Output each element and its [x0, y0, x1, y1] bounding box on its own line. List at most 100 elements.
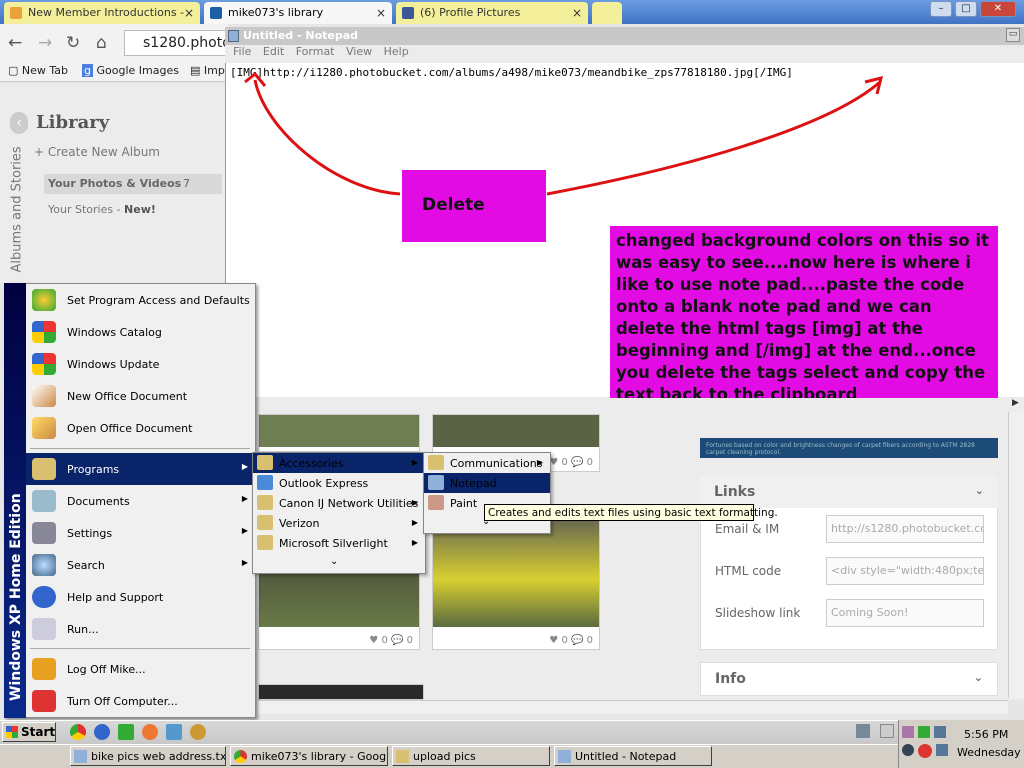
scroll-right-icon[interactable]: ▶	[1012, 398, 1024, 410]
html-code-field[interactable]: <div style="width:480px;text-	[826, 557, 984, 585]
outlook-express-item[interactable]: Outlook Express	[253, 473, 425, 493]
menu-separator	[30, 448, 250, 449]
notepad-icon	[74, 750, 87, 763]
clock-time[interactable]: 5:56 PM	[964, 728, 1008, 741]
menu-help[interactable]: Help	[384, 45, 409, 58]
security-icon[interactable]	[918, 744, 932, 758]
photo-thumbnail[interactable]	[259, 685, 423, 699]
firefox-icon[interactable]	[142, 724, 158, 740]
tray-icon[interactable]	[902, 726, 914, 738]
minimize-button[interactable]: ▭	[1006, 28, 1020, 42]
canon-ij-item[interactable]: Canon IJ Network Utilities ▶	[253, 493, 425, 513]
tab-new-member-introductions[interactable]: New Member Introductions - ×	[4, 2, 200, 24]
forward-icon[interactable]: →	[38, 33, 52, 53]
photo-thumbnail[interactable]	[259, 415, 419, 447]
info-header[interactable]: Info ⌄	[700, 662, 998, 696]
bookmark-google-images[interactable]: g Google Images	[82, 64, 179, 77]
internet-explorer-icon[interactable]	[94, 724, 110, 740]
settings-icon	[32, 522, 56, 544]
yellow-motorcycle-photo[interactable]	[433, 521, 599, 627]
search-item[interactable]: Search ▶	[26, 549, 254, 581]
close-icon[interactable]: ×	[572, 6, 582, 20]
facebook-icon	[402, 7, 414, 19]
create-new-album-link[interactable]: + Create New Album	[34, 145, 160, 159]
vertical-scrollbar[interactable]	[1008, 412, 1024, 698]
chrome-icon[interactable]	[70, 724, 86, 740]
menu-format[interactable]: Format	[296, 45, 335, 58]
close-window-button[interactable]: ✕	[980, 1, 1016, 17]
windows-catalog-item[interactable]: Windows Catalog	[26, 316, 254, 348]
windows-catalog-icon	[32, 321, 56, 343]
start-button[interactable]: Start	[2, 722, 56, 742]
email-im-field[interactable]: http://s1280.photobucket.cc	[826, 515, 984, 543]
key-icon	[32, 658, 56, 680]
settings-item[interactable]: Settings ▶	[26, 517, 254, 549]
expand-chevron-icon[interactable]: ⌄	[330, 556, 338, 567]
app-icon[interactable]	[166, 724, 182, 740]
horizontal-scrollbar[interactable]	[258, 700, 1008, 714]
log-off-item[interactable]: Log Off Mike...	[26, 653, 254, 685]
pen-icon[interactable]	[856, 724, 870, 738]
photo-card[interactable]: ♥ 0 💬 0	[432, 520, 600, 650]
menu-file[interactable]: File	[233, 45, 251, 58]
back-chevron-icon[interactable]: ‹	[10, 112, 28, 134]
show-desktop-icon[interactable]	[880, 724, 894, 738]
address-bar[interactable]: s1280.photo	[124, 30, 234, 56]
volume-icon[interactable]	[936, 744, 948, 756]
notepad-item[interactable]: Notepad	[424, 473, 550, 493]
verizon-item[interactable]: Verizon ▶	[253, 513, 425, 533]
slideshow-link-field[interactable]: Coming Soon!	[826, 599, 984, 627]
bookmark-new-tab[interactable]: ▢ New Tab	[8, 64, 68, 77]
task-mike073-library[interactable]: mike073's library - Googl...	[230, 746, 388, 766]
back-icon[interactable]: ←	[8, 33, 22, 53]
media-player-icon[interactable]	[190, 724, 206, 740]
home-icon[interactable]: ⌂	[96, 33, 107, 53]
run-item[interactable]: Run...	[26, 613, 254, 645]
google-icon: g	[82, 64, 93, 77]
network-icon[interactable]	[918, 726, 930, 738]
red-arrows-annotation	[244, 71, 884, 196]
photo-card[interactable]	[258, 414, 420, 452]
tray-icon[interactable]	[934, 726, 946, 738]
set-program-access-item[interactable]: Set Program Access and Defaults	[26, 284, 254, 316]
task-bike-pics[interactable]: bike pics web address.tx...	[70, 746, 226, 766]
reload-icon[interactable]: ↻	[66, 33, 80, 53]
item-label: Windows Update	[67, 358, 160, 371]
menu-edit[interactable]: Edit	[263, 45, 284, 58]
maximize-button[interactable]: □	[955, 1, 977, 17]
tab-mike073-library[interactable]: mike073's library ×	[204, 2, 392, 24]
tab-profile-pictures[interactable]: (6) Profile Pictures ×	[396, 2, 588, 24]
documents-item[interactable]: Documents ▶	[26, 485, 254, 517]
minimize-button[interactable]: –	[930, 1, 952, 17]
silverlight-item[interactable]: Microsoft Silverlight ▶	[253, 533, 425, 553]
photo-thumbnail[interactable]	[433, 415, 599, 447]
accessories-item[interactable]: Accessories ▶	[253, 453, 425, 473]
help-support-item[interactable]: Help and Support	[26, 581, 254, 613]
close-icon[interactable]: ×	[376, 6, 386, 20]
app-icon[interactable]	[118, 724, 134, 740]
office-document-icon	[32, 385, 56, 407]
tab-label: New Member Introductions -	[28, 6, 185, 19]
your-photos-videos-item[interactable]: Your Photos & Videos 7	[44, 174, 222, 194]
tray-icon[interactable]	[902, 744, 914, 756]
new-office-document-item[interactable]: New Office Document	[26, 380, 254, 412]
open-folder-icon	[32, 417, 56, 439]
bookmark-imp[interactable]: ▤ Imp	[190, 64, 225, 77]
close-icon[interactable]: ×	[184, 6, 194, 20]
bookmark-label: Google Images	[96, 64, 179, 77]
new-tab-button[interactable]	[592, 2, 622, 24]
task-upload-pics[interactable]: upload pics	[392, 746, 550, 766]
folder-icon	[396, 750, 409, 763]
turn-off-computer-item[interactable]: Turn Off Computer...	[26, 685, 254, 717]
communications-item[interactable]: Communications ▶	[424, 453, 550, 473]
item-label: Search	[67, 559, 105, 572]
task-untitled-notepad[interactable]: Untitled - Notepad	[554, 746, 712, 766]
photo-card[interactable]	[258, 684, 424, 700]
programs-item[interactable]: Programs ▶	[26, 453, 254, 485]
albums-stories-tab[interactable]: Albums and Stories	[4, 145, 26, 280]
windows-update-item[interactable]: Windows Update	[26, 348, 254, 380]
open-office-document-item[interactable]: Open Office Document	[26, 412, 254, 444]
your-stories-item[interactable]: Your Stories - New!	[48, 203, 156, 216]
menu-view[interactable]: View	[346, 45, 372, 58]
submenu-arrow-icon: ▶	[411, 498, 418, 507]
